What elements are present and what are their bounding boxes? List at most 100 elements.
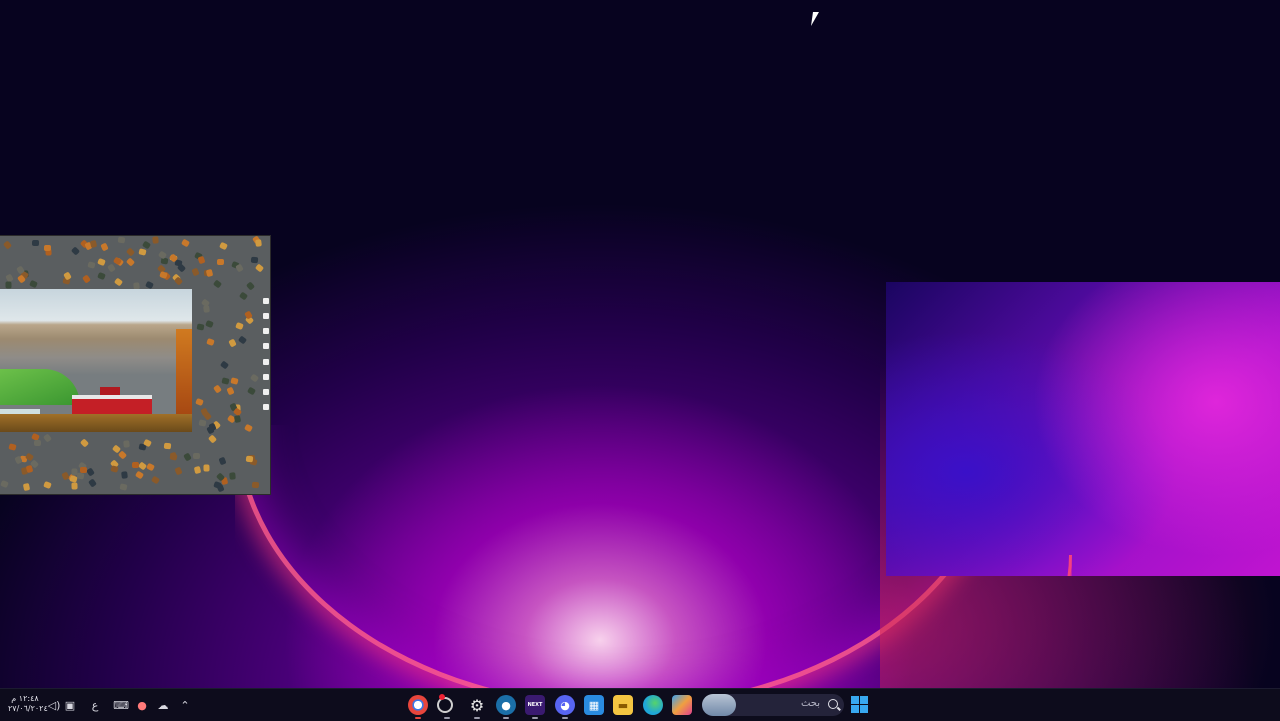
next-icon[interactable]: NEXT xyxy=(525,695,545,715)
puzzle-piece[interactable] xyxy=(123,440,131,448)
puzzle-piece[interactable] xyxy=(71,246,81,256)
menu-icon[interactable] xyxy=(263,388,269,395)
puzzle-piece[interactable] xyxy=(247,386,257,396)
puzzle-piece[interactable] xyxy=(218,242,228,251)
cloud-icon[interactable]: ☁ xyxy=(156,697,170,713)
puzzle-piece[interactable] xyxy=(76,472,85,480)
puzzle-piece[interactable] xyxy=(204,320,214,329)
puzzle-piece[interactable] xyxy=(173,466,183,476)
puzzle-piece[interactable] xyxy=(206,338,215,346)
puzzle-piece[interactable] xyxy=(169,453,178,462)
puzzle-piece[interactable] xyxy=(254,263,264,273)
discord-icon[interactable]: ◕ xyxy=(555,695,575,715)
puzzle-piece[interactable] xyxy=(71,467,78,476)
puzzle-piece[interactable] xyxy=(213,279,223,289)
puzzle-piece[interactable] xyxy=(0,479,9,488)
puzzle-piece[interactable] xyxy=(163,443,172,450)
puzzle-piece[interactable] xyxy=(226,386,235,396)
puzzle-piece[interactable] xyxy=(233,415,241,424)
puzzle-piece[interactable] xyxy=(43,245,51,252)
puzzle-piece[interactable] xyxy=(173,276,183,286)
puzzle-piece[interactable] xyxy=(117,236,126,244)
puzzle-piece[interactable] xyxy=(183,452,192,462)
puzzle-piece[interactable] xyxy=(216,259,225,266)
puzzle-piece[interactable] xyxy=(227,338,237,348)
puzzle-piece[interactable] xyxy=(110,465,119,474)
puzzle-piece[interactable] xyxy=(8,443,17,452)
rotate-icon[interactable] xyxy=(263,328,269,335)
network-icon[interactable]: ▣ xyxy=(64,697,76,713)
puzzle-piece[interactable] xyxy=(119,482,129,491)
puzzle-piece[interactable] xyxy=(150,475,160,485)
puzzle-piece[interactable] xyxy=(117,450,127,461)
puzzle-piece[interactable] xyxy=(42,433,52,443)
puzzle-piece[interactable] xyxy=(230,377,239,385)
puzzle-piece[interactable] xyxy=(194,466,202,475)
puzzle-piece[interactable] xyxy=(218,456,227,466)
puzzle-piece[interactable] xyxy=(132,462,140,469)
edge-icon[interactable] xyxy=(643,695,663,715)
puzzle-piece[interactable] xyxy=(152,236,160,244)
puzzle-piece[interactable] xyxy=(96,272,106,281)
puzzle-piece[interactable] xyxy=(213,384,223,394)
settings-icon[interactable]: ⚙ xyxy=(467,695,487,715)
puzzle-piece[interactable] xyxy=(146,463,156,472)
puzzle-piece[interactable] xyxy=(159,270,168,279)
puzzle-piece[interactable] xyxy=(87,261,96,269)
puzzle-piece[interactable] xyxy=(202,304,210,313)
puzzle-piece[interactable] xyxy=(219,360,230,370)
puzzle-piece[interactable] xyxy=(196,323,205,331)
wallpaper-preview-window[interactable] xyxy=(886,282,1280,576)
puzzle-piece[interactable] xyxy=(180,238,190,247)
puzzle-piece[interactable] xyxy=(254,239,262,247)
chrome-icon[interactable] xyxy=(408,695,428,715)
puzzle-piece[interactable] xyxy=(113,277,123,287)
chevron-up-icon[interactable]: ⌃ xyxy=(178,697,192,713)
copilot-icon[interactable] xyxy=(672,695,692,715)
system-clock[interactable]: ١٢:٤٨ م ٢٧/٠٦/٢٠٢٤ xyxy=(8,694,48,714)
puzzle-piece[interactable] xyxy=(80,466,88,473)
puzzle-piece[interactable] xyxy=(89,239,98,248)
puzzle-piece[interactable] xyxy=(244,423,254,433)
puzzle-piece[interactable] xyxy=(70,482,78,490)
windows-start-button[interactable] xyxy=(850,695,870,715)
puzzle-piece[interactable] xyxy=(121,470,129,479)
puzzle-piece[interactable] xyxy=(197,255,206,265)
puzzle-piece[interactable] xyxy=(43,481,52,490)
language-indicator[interactable]: ع xyxy=(88,697,102,713)
puzzle-piece[interactable] xyxy=(81,274,91,284)
jigsaw-puzzle-window[interactable] xyxy=(0,236,270,494)
puzzle-piece[interactable] xyxy=(250,256,259,264)
puzzle-piece[interactable] xyxy=(86,466,96,477)
taskbar-search-box[interactable]: بحث xyxy=(702,694,844,716)
puzzle-piece[interactable] xyxy=(251,481,260,489)
puzzle-piece[interactable] xyxy=(245,455,254,463)
puzzle-piece[interactable] xyxy=(245,281,255,291)
keyboard-icon[interactable]: ⌨ xyxy=(113,697,129,713)
grid-icon[interactable] xyxy=(263,298,269,304)
speaker-icon[interactable]: ◁) xyxy=(48,697,61,713)
puzzle-piece[interactable] xyxy=(235,263,245,273)
puzzle-piece[interactable] xyxy=(135,470,145,480)
file-explorer-icon[interactable]: ▬ xyxy=(613,695,633,715)
puzzle-piece[interactable] xyxy=(107,263,117,273)
box-icon[interactable] xyxy=(263,313,269,320)
puzzle-piece[interactable] xyxy=(31,239,40,246)
puzzle-piece[interactable] xyxy=(237,335,247,345)
puzzle-piece[interactable] xyxy=(203,464,210,472)
puzzle-piece[interactable] xyxy=(145,280,155,290)
puzzle-piece[interactable] xyxy=(177,263,187,273)
puzzle-piece[interactable] xyxy=(126,247,136,257)
puzzle-piece[interactable] xyxy=(235,322,245,331)
puzzle-piece[interactable] xyxy=(249,373,260,383)
puzzle-piece[interactable] xyxy=(88,478,98,488)
puzzle-piece[interactable] xyxy=(138,248,148,256)
puzzle-piece[interactable] xyxy=(206,268,214,277)
puzzle-piece[interactable] xyxy=(229,472,236,480)
microphone-icon[interactable]: ● xyxy=(136,697,148,713)
puzzle-piece[interactable] xyxy=(2,240,12,250)
puzzle-piece[interactable] xyxy=(194,398,204,407)
zoom-icon[interactable] xyxy=(263,343,269,350)
puzzle-piece[interactable] xyxy=(29,279,39,288)
arrow-right-icon[interactable] xyxy=(263,403,269,410)
